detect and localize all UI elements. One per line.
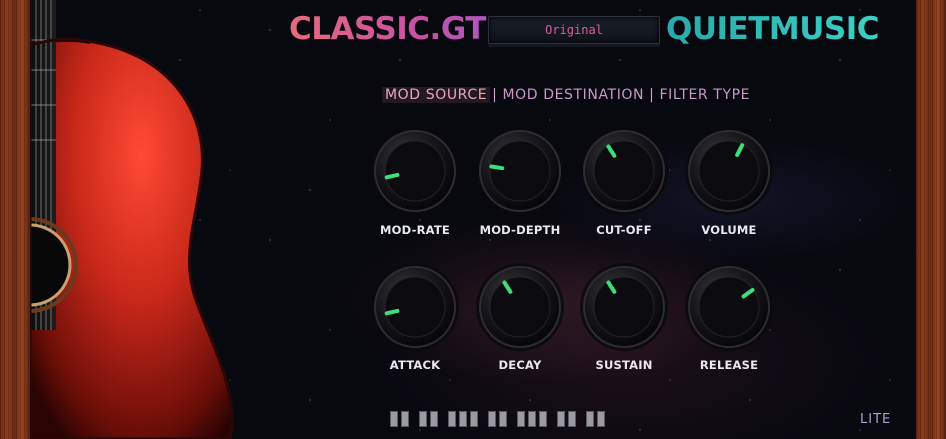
mod-depth-indicator (489, 164, 505, 171)
step-cell (568, 411, 576, 427)
step-cell (459, 411, 467, 427)
preset-value: Original (545, 23, 603, 37)
wood-side-panel-right (916, 0, 946, 439)
step-indicator-bar (390, 411, 611, 427)
mod-depth-label: MOD-DEPTH (479, 223, 561, 237)
cut-off-knob[interactable] (579, 126, 669, 216)
brand-title: QUIETMUSIC (666, 11, 880, 47)
step-cell (499, 411, 507, 427)
step-group (517, 411, 547, 427)
wood-side-panel-left (0, 0, 30, 439)
volume-knob-graphic (685, 127, 773, 215)
cut-off-knob-graphic (580, 127, 668, 215)
step-cell (390, 411, 398, 427)
guitar-artwork (30, 0, 234, 439)
sustain-knob-graphic (580, 263, 668, 351)
step-cell (539, 411, 547, 427)
decay-label: DECAY (498, 358, 542, 372)
step-group (390, 411, 409, 427)
edition-badge: LITE (860, 412, 892, 427)
step-cell (557, 411, 565, 427)
plugin-window: CLASSIC.GTR Original QUIETMUSIC MOD SOUR… (0, 0, 946, 439)
step-group (488, 411, 507, 427)
step-cell (597, 411, 605, 427)
attack-label: ATTACK (389, 358, 441, 372)
plugin-panel: CLASSIC.GTR Original QUIETMUSIC MOD SOUR… (30, 0, 916, 439)
mod-depth-knob-graphic (476, 127, 564, 215)
tab-separator: | (492, 87, 498, 103)
attack-knob-graphic (371, 263, 459, 351)
decay-knob[interactable] (475, 262, 565, 352)
mod-rate-indicator (384, 172, 400, 180)
sustain-label: SUSTAIN (595, 358, 653, 372)
tab-mod-source[interactable]: MOD SOURCE (382, 87, 491, 103)
release-label: RELEASE (699, 358, 759, 372)
tab-mod-destination[interactable]: MOD DESTINATION (499, 87, 647, 103)
step-cell (517, 411, 525, 427)
mod-rate-knob[interactable] (370, 126, 460, 216)
mod-tab-bar: MOD SOURCE | MOD DESTINATION | FILTER TY… (382, 83, 753, 107)
step-group (448, 411, 478, 427)
step-cell (528, 411, 536, 427)
step-cell (401, 411, 409, 427)
product-title: CLASSIC.GTR (289, 11, 510, 47)
step-cell (488, 411, 496, 427)
step-cell (448, 411, 456, 427)
step-cell (470, 411, 478, 427)
mod-rate-knob-graphic (371, 127, 459, 215)
step-group (419, 411, 438, 427)
release-knob-graphic (685, 263, 773, 351)
decay-knob-graphic (476, 263, 564, 351)
mod-depth-knob[interactable] (475, 126, 565, 216)
sustain-knob[interactable] (579, 262, 669, 352)
step-cell (419, 411, 427, 427)
attack-knob[interactable] (370, 262, 460, 352)
step-group (586, 411, 605, 427)
preset-selector[interactable]: Original (488, 16, 660, 44)
tab-filter-type[interactable]: FILTER TYPE (656, 87, 753, 103)
volume-knob[interactable] (684, 126, 774, 216)
step-cell (430, 411, 438, 427)
release-knob[interactable] (684, 262, 774, 352)
attack-indicator (384, 308, 400, 316)
step-cell (586, 411, 594, 427)
tab-separator: | (649, 87, 655, 103)
step-group (557, 411, 576, 427)
mod-rate-label: MOD-RATE (380, 223, 450, 237)
volume-label: VOLUME (701, 223, 757, 237)
cut-off-label: CUT-OFF (596, 223, 652, 237)
